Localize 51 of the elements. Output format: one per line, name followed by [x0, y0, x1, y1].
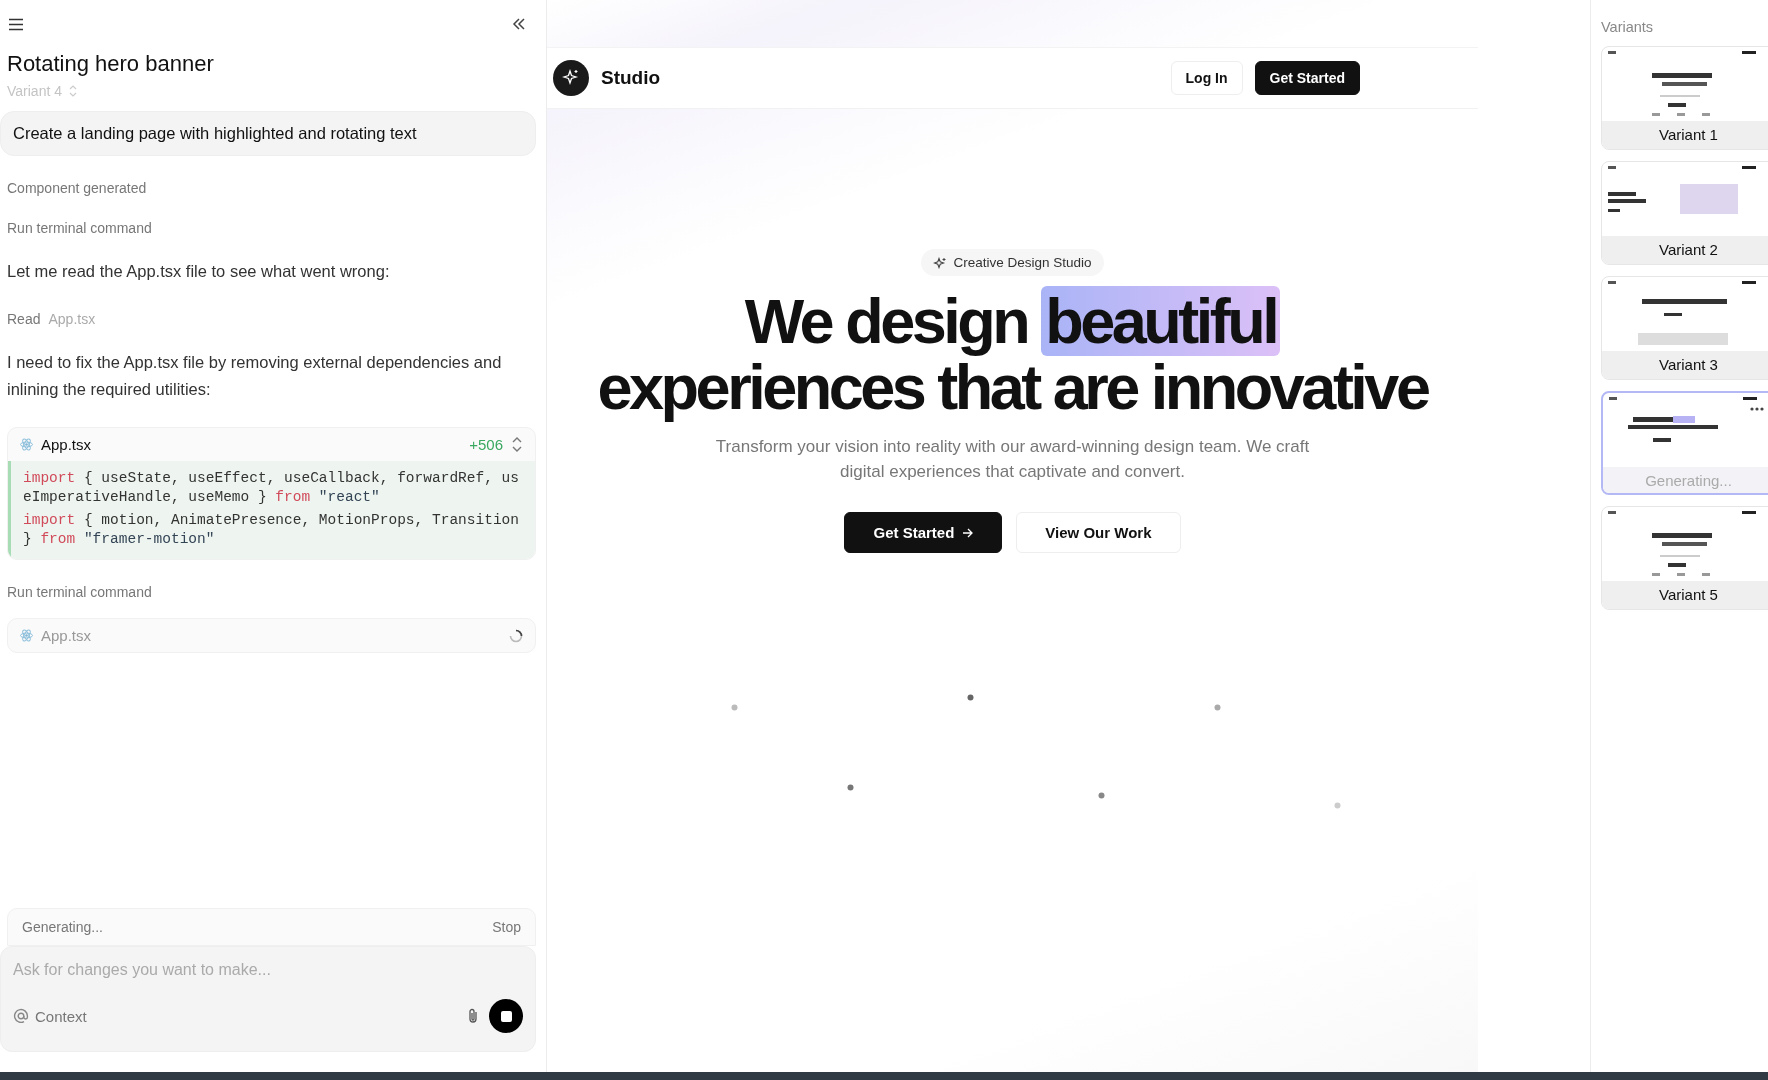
chat-title: Rotating hero banner: [7, 51, 215, 77]
step-label: Component generated: [7, 180, 148, 196]
particle-dot: [847, 784, 854, 791]
step-label: Run terminal command: [7, 584, 153, 600]
at-icon: [13, 1008, 29, 1024]
step-label: Read: [7, 311, 41, 327]
menu-button[interactable]: [8, 17, 24, 31]
code-line: import { useState, useEffect, useCallback, forwardRef, useImperativeHandle, useMemo } from "react": [23, 469, 520, 507]
particle-dot: [1214, 704, 1221, 711]
chat-input[interactable]: Ask for changes you want to make... Context: [0, 946, 536, 1052]
brand-name: Studio: [601, 67, 662, 89]
variant-card[interactable]: Variant 2: [1601, 161, 1768, 265]
arrow-icon: [962, 527, 974, 538]
sparkle-icon: [933, 256, 947, 269]
particle-dot: [1334, 802, 1341, 809]
file-name: App.tsx: [41, 627, 93, 644]
stop-link[interactable]: Stop: [492, 919, 521, 935]
particle-dot: [731, 704, 738, 711]
file-name: App.tsx: [41, 436, 93, 453]
particle-dot: [1098, 792, 1105, 799]
more-icon[interactable]: [1750, 407, 1764, 411]
login-button[interactable]: Log In: [1170, 61, 1243, 95]
variant-card[interactable]: Variant 5: [1601, 506, 1768, 610]
status-text: Generating...: [22, 919, 103, 935]
panel-title: Variants: [1601, 19, 1655, 35]
variant-card[interactable]: Variant 1: [1601, 46, 1768, 150]
assistant-message: I need to fix the App.tsx file by removing external dependencies and inlining the required utilities:: [7, 352, 503, 400]
particle-dot: [967, 694, 974, 701]
collapse-button[interactable]: [512, 17, 526, 31]
variant-label: Variant 4: [7, 83, 62, 99]
context-button[interactable]: Context: [13, 1007, 87, 1025]
logo-icon: [553, 60, 589, 96]
assistant-message: Let me read the App.tsx file to see what went wrong:: [7, 261, 391, 282]
code-line: import { motion, AnimatePresence, MotionProps, Transition } from "framer-motion": [23, 511, 520, 549]
subtitle: Transform your vision into reality with our award-winning design team. We craft digital experiences that captivate and convert.: [714, 436, 1311, 483]
get-started-button[interactable]: Get Started: [844, 512, 1003, 553]
atom-icon: [20, 438, 33, 451]
prompt-message: Create a landing page with highlighted and rotating text: [0, 111, 536, 156]
variant-card[interactable]: Variant 3: [1601, 276, 1768, 380]
headline: We design beautiful experiences that are innovative: [597, 288, 1428, 420]
spinner-icon: [509, 628, 523, 643]
atom-icon: [20, 629, 33, 642]
paperclip-icon[interactable]: [467, 1008, 479, 1024]
file-name: App.tsx: [48, 311, 96, 327]
badge-text: Creative Design Studio: [953, 255, 1092, 270]
step-label: Run terminal command: [7, 220, 153, 236]
expand-icon[interactable]: [511, 437, 523, 452]
get-started-button[interactable]: Get Started: [1254, 61, 1360, 95]
view-work-button[interactable]: View Our Work: [1016, 512, 1181, 553]
stop-button[interactable]: [489, 999, 523, 1033]
line-count: +506: [469, 436, 503, 453]
